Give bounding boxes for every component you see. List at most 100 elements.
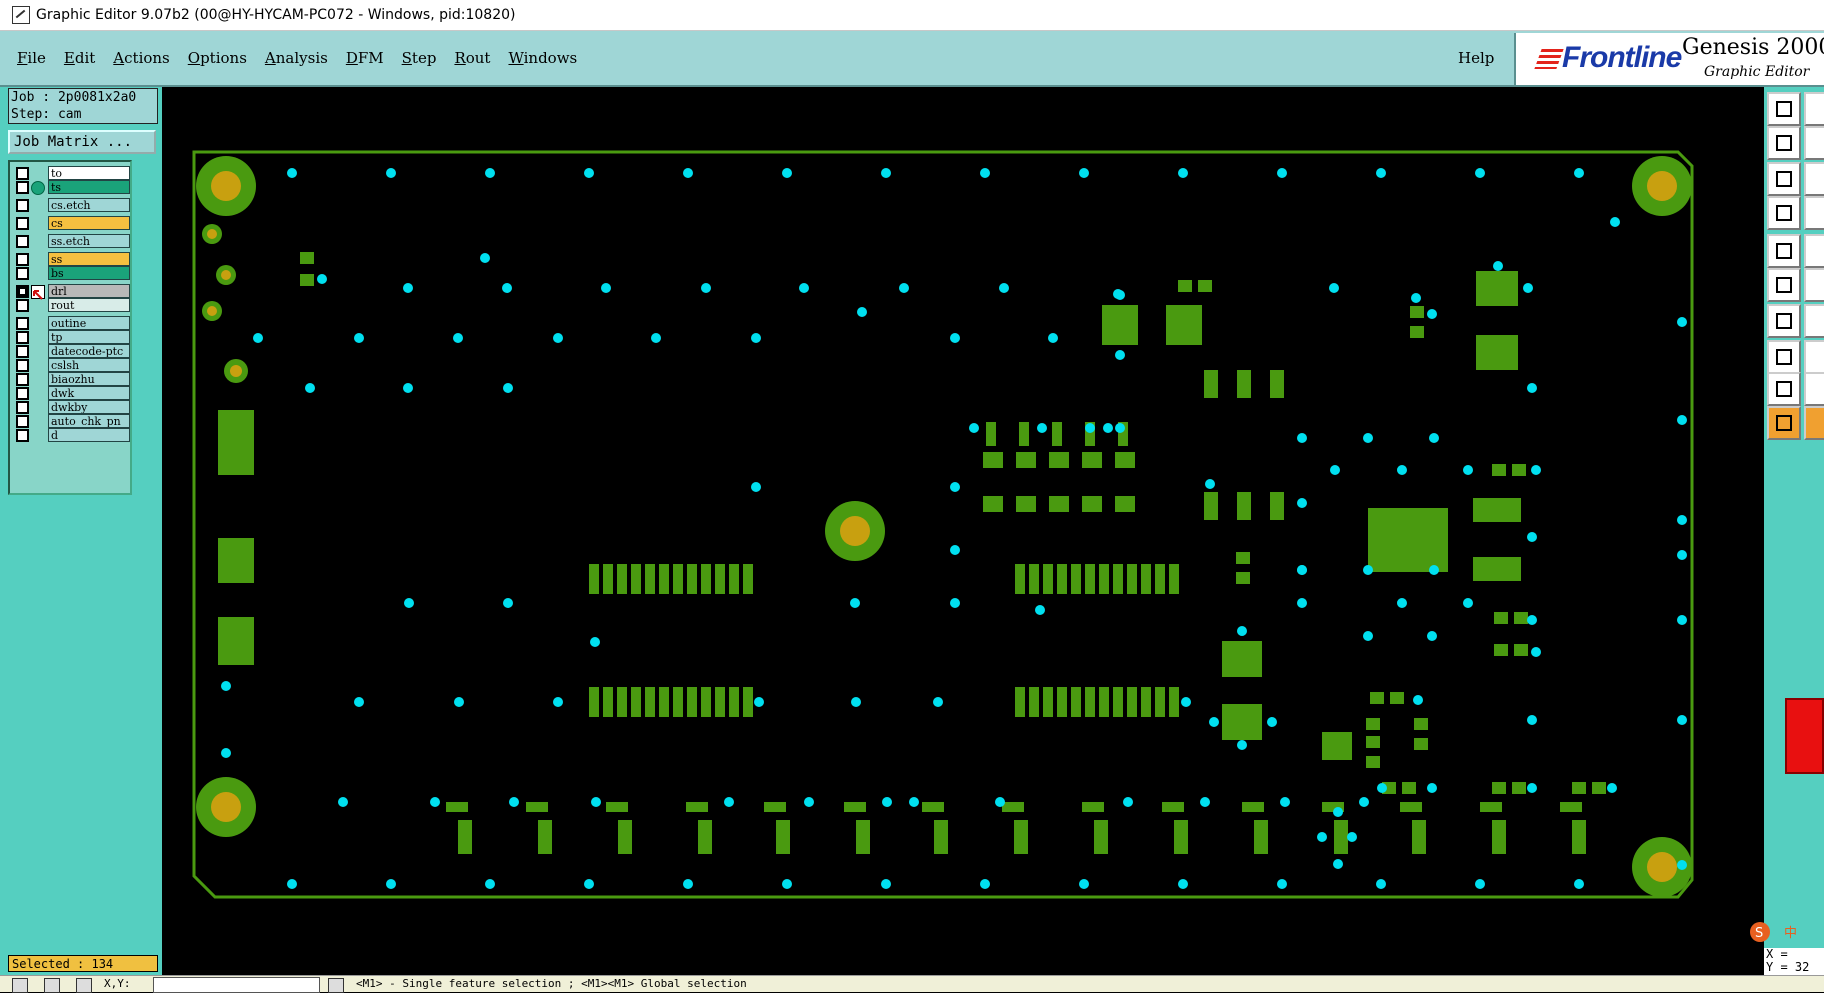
menu-edit[interactable]: Edit <box>55 49 104 67</box>
layer-checkbox[interactable] <box>16 285 29 298</box>
component-pad <box>1473 498 1521 522</box>
menu-file[interactable]: File <box>8 49 55 67</box>
select-area-icon[interactable] <box>1767 340 1801 374</box>
layer-checkbox[interactable] <box>16 373 29 386</box>
small-pad <box>1049 496 1069 512</box>
layer-row-cs[interactable]: cs <box>13 216 130 230</box>
drill-hole <box>980 879 990 889</box>
drill-hole <box>782 879 792 889</box>
zoom-fit-icon-alt[interactable] <box>1804 162 1824 196</box>
window-icon-alt[interactable] <box>1804 126 1824 160</box>
layer-name: cslsh <box>48 358 130 372</box>
layer-checkbox[interactable] <box>16 235 29 248</box>
lead-pad <box>1492 820 1506 854</box>
menu-rout[interactable]: Rout <box>445 49 499 67</box>
ic-pin <box>603 687 613 717</box>
layer-checkbox[interactable] <box>16 181 29 194</box>
layer-row-ts[interactable]: ts <box>13 180 130 195</box>
layer-row-to[interactable]: to <box>13 166 130 180</box>
drill-hole <box>1267 717 1277 727</box>
graphic-canvas[interactable] <box>162 87 1764 975</box>
zoom-fit-icon[interactable] <box>1767 162 1801 196</box>
layer-checkbox[interactable] <box>16 267 29 280</box>
layer-row-drl[interactable]: drl <box>13 284 130 300</box>
layer-row-ss.etch[interactable]: ss.etch <box>13 234 130 248</box>
ic-pin <box>1057 564 1067 594</box>
layer-row-biaozhu[interactable]: biaozhu <box>13 372 130 386</box>
drill-hole <box>1181 697 1191 707</box>
menu-windows[interactable]: Windows <box>499 49 586 67</box>
pick-icon[interactable] <box>1767 234 1801 268</box>
menu-actions[interactable]: Actions <box>104 49 178 67</box>
menu-dfm[interactable]: DFM <box>337 49 393 67</box>
help-menu[interactable]: Help <box>1458 31 1494 85</box>
layer-checkbox[interactable] <box>16 387 29 400</box>
layer-checkbox[interactable] <box>16 317 29 330</box>
drill-hole <box>751 333 761 343</box>
menu-step[interactable]: Step <box>393 49 446 67</box>
layer-checkbox[interactable] <box>16 167 29 180</box>
layer-checkbox[interactable] <box>16 217 29 230</box>
layer-checkbox[interactable] <box>16 429 29 442</box>
net-icon[interactable] <box>1767 268 1801 302</box>
layer-row-ss[interactable]: ss <box>13 252 130 266</box>
layer-row-bs[interactable]: bs <box>13 266 130 280</box>
drill-hole <box>1427 631 1437 641</box>
snapshot-icon-alt[interactable] <box>1804 92 1824 126</box>
shape-icon-alt[interactable] <box>1804 372 1824 406</box>
layer-checkbox[interactable] <box>16 359 29 372</box>
drill-hole <box>950 598 960 608</box>
drill-hole <box>1048 333 1058 343</box>
layer-row-dwkby[interactable]: dwkby <box>13 400 130 414</box>
small-pad <box>1366 756 1380 768</box>
drill-hole <box>485 168 495 178</box>
clip-icon[interactable] <box>1767 196 1801 230</box>
layer-row-cslsh[interactable]: cslsh <box>13 358 130 372</box>
snapshot-icon[interactable] <box>1767 92 1801 126</box>
drill-hole <box>354 333 364 343</box>
clip-icon-alt[interactable] <box>1804 196 1824 230</box>
component-pad <box>1222 704 1262 740</box>
select-area-icon-alt[interactable] <box>1804 340 1824 374</box>
pcb-board[interactable] <box>162 87 1764 975</box>
drill-hole <box>584 168 594 178</box>
layer-row-cs.etch[interactable]: cs.etch <box>13 198 130 212</box>
layer-checkbox[interactable] <box>16 299 29 312</box>
title-bar: Graphic Editor 9.07b2 (00@HY-HYCAM-PC072… <box>0 0 1824 31</box>
window-icon[interactable] <box>1767 126 1801 160</box>
lead-pad <box>1082 802 1104 812</box>
menu-options[interactable]: Options <box>179 49 256 67</box>
layer-row-dwk[interactable]: dwk <box>13 386 130 400</box>
net-icon-alt[interactable] <box>1804 268 1824 302</box>
layer-checkbox[interactable] <box>16 253 29 266</box>
pointer-icon-alt[interactable] <box>1804 406 1824 440</box>
drill-hole <box>804 797 814 807</box>
small-pad <box>1414 718 1428 730</box>
pick-icon-alt[interactable] <box>1804 234 1824 268</box>
menu-analysis[interactable]: Analysis <box>256 49 337 67</box>
layer-row-auto_chk_pn[interactable]: auto_chk_pn <box>13 414 130 428</box>
small-pad <box>1514 612 1528 624</box>
layer-row-rout[interactable]: rout <box>13 298 130 312</box>
pointer-icon[interactable] <box>1767 406 1801 440</box>
layer-checkbox[interactable] <box>16 345 29 358</box>
layer-row-d[interactable]: d <box>13 428 130 442</box>
measure-icon-alt[interactable] <box>1804 304 1824 338</box>
layer-checkbox[interactable] <box>16 415 29 428</box>
measure-icon[interactable] <box>1767 304 1801 338</box>
layer-row-datecode-ptc[interactable]: datecode-ptc <box>13 344 130 358</box>
job-matrix-button[interactable]: Job Matrix ... <box>8 130 156 154</box>
layer-row-tp[interactable]: tp <box>13 330 130 344</box>
layer-row-outine[interactable]: outine <box>13 316 130 330</box>
small-pad <box>1494 644 1508 656</box>
ic-pin <box>1141 564 1151 594</box>
shape-icon[interactable] <box>1767 372 1801 406</box>
layer-checkbox[interactable] <box>16 199 29 212</box>
layer-checkbox[interactable] <box>16 331 29 344</box>
step-name: Step: cam <box>11 107 82 122</box>
small-pad <box>1049 452 1069 468</box>
ic-pin <box>631 687 641 717</box>
drill-hole <box>1363 631 1373 641</box>
drill-hole <box>1178 879 1188 889</box>
layer-checkbox[interactable] <box>16 401 29 414</box>
